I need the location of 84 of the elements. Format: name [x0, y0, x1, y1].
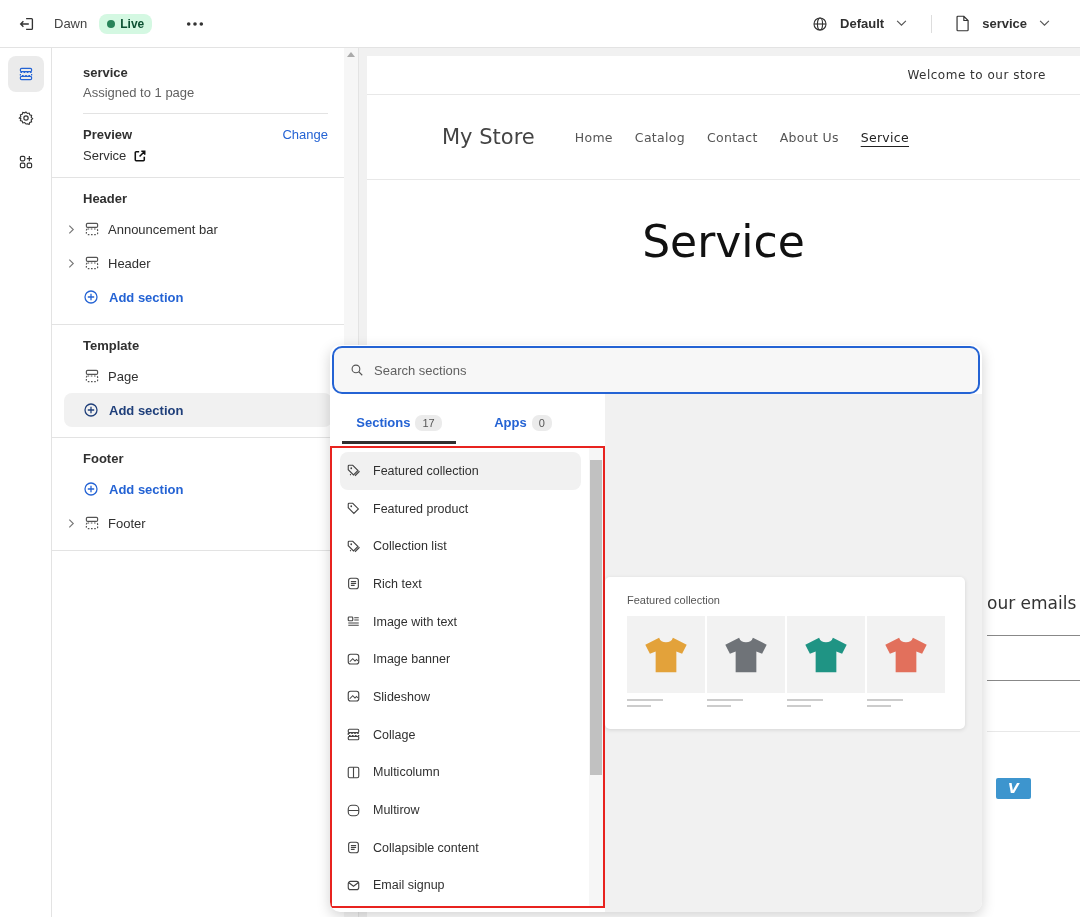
section-option[interactable]: Slideshow: [340, 678, 581, 716]
section-option[interactable]: Featured product: [340, 489, 581, 528]
announcement-text: Welcome to our store: [367, 56, 1080, 95]
section-option[interactable]: Email signup: [340, 866, 581, 905]
payment-badge: V: [996, 778, 1031, 799]
apps-icon: [17, 154, 34, 170]
section-icon: [84, 255, 100, 271]
theme-name: Dawn: [54, 16, 88, 31]
section-option[interactable]: Collection list: [340, 527, 581, 566]
more-icon[interactable]: [186, 20, 205, 27]
group-heading: Header: [82, 191, 129, 206]
section-option[interactable]: Collapsible content: [340, 828, 581, 867]
section-item[interactable]: Announcement bar: [64, 212, 332, 246]
page-title: Service: [641, 216, 806, 267]
image-icon: [346, 651, 361, 667]
scrollbar[interactable]: [589, 448, 603, 906]
chevron-down-icon: [1039, 20, 1050, 27]
plus-circle-icon: [83, 289, 99, 305]
group-heading: Footer: [82, 451, 125, 466]
section-option[interactable]: Collage: [340, 715, 581, 754]
globe-icon: [812, 15, 829, 32]
text-placeholder-line: [707, 699, 743, 701]
nav-link[interactable]: Catalog: [634, 129, 685, 145]
rows-icon: [346, 802, 361, 818]
section-icon: [84, 515, 100, 531]
section-option[interactable]: Featured collection: [340, 452, 581, 490]
text-placeholder-line: [707, 705, 731, 707]
text-placeholder-line: [787, 699, 823, 701]
text-icon: [346, 576, 361, 592]
sections-icon: [17, 66, 34, 82]
section-item[interactable]: Footer: [64, 506, 332, 540]
text-placeholder-line: [627, 705, 651, 707]
chevron-icon[interactable]: [68, 223, 75, 235]
columns-icon: [346, 764, 361, 780]
chevron-icon[interactable]: [68, 517, 75, 529]
store-name[interactable]: My Store: [442, 125, 535, 149]
preview-page-name: Service: [83, 148, 127, 163]
text-placeholder-line: [787, 705, 811, 707]
picker-tab[interactable]: Apps 0: [466, 404, 580, 444]
section-option[interactable]: Rich text: [340, 565, 581, 603]
nav-link[interactable]: Service: [860, 129, 909, 145]
nav-link[interactable]: About Us: [779, 129, 839, 145]
settings-icon: [17, 110, 34, 126]
section-icon: [84, 221, 100, 237]
plus-circle-icon: [83, 481, 99, 497]
status-badge: Live: [99, 13, 153, 34]
change-link[interactable]: Change: [282, 127, 328, 142]
text-placeholder-line: [627, 699, 663, 701]
add-section-button[interactable]: Add section: [64, 280, 332, 314]
assigned-text: Assigned to 1 page: [83, 85, 196, 100]
section-option[interactable]: Image with text: [340, 602, 581, 641]
section-option[interactable]: Multirow: [340, 791, 581, 829]
text-placeholder-line: [867, 699, 903, 701]
sections-tab[interactable]: [7, 56, 44, 92]
language-dropdown[interactable]: Default: [812, 15, 908, 32]
picker-tab[interactable]: Sections 17: [342, 404, 456, 444]
nav-link[interactable]: Contact: [706, 129, 758, 145]
section-option[interactable]: Image banner: [340, 640, 581, 679]
newsletter-heading: our emails: [987, 593, 1077, 613]
tag-icon: [346, 538, 361, 554]
group-heading: Template: [82, 338, 141, 353]
document-icon: [956, 15, 971, 32]
add-section-button[interactable]: Add section: [64, 472, 332, 506]
chevron-icon[interactable]: [68, 257, 75, 269]
section-item[interactable]: Page: [64, 359, 332, 393]
preview-title: Featured collection: [627, 594, 721, 606]
section-option[interactable]: Multicolumn: [340, 753, 581, 792]
template-dropdown[interactable]: service: [956, 15, 1050, 32]
plus-circle-icon: [83, 402, 99, 418]
section-icon: [84, 368, 100, 384]
add-section-button[interactable]: Add section: [64, 393, 332, 427]
tag-icon: [346, 501, 361, 517]
section-item[interactable]: Header: [64, 246, 332, 280]
chevron-down-icon: [896, 20, 908, 27]
image-icon: [346, 689, 361, 705]
search-field[interactable]: Search sections: [332, 346, 980, 394]
text-placeholder-line: [867, 705, 891, 707]
tag-icon: [346, 463, 361, 479]
text-icon: [346, 840, 361, 856]
rows-icon: [346, 727, 361, 743]
template-name: service: [83, 65, 129, 80]
external-link-icon[interactable]: [134, 149, 147, 162]
preview-label: Preview: [83, 127, 133, 142]
nav-link[interactable]: Home: [574, 129, 613, 145]
